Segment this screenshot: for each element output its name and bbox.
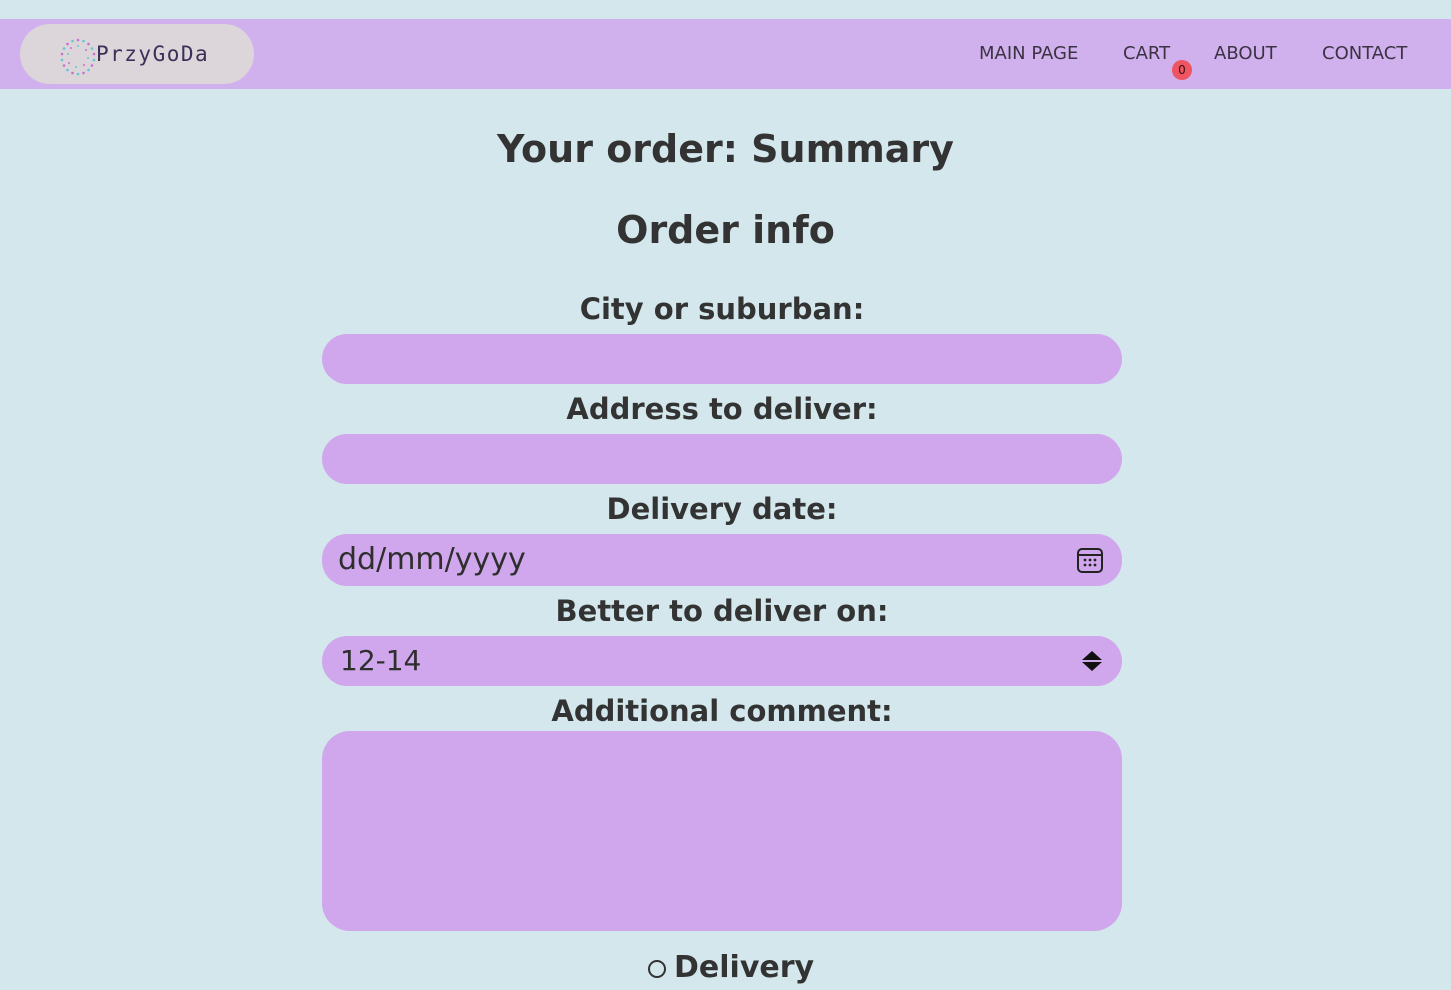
city-label: City or suburban:	[579, 292, 865, 326]
logo-link[interactable]: PrzyGoDa	[20, 24, 254, 84]
delivery-option-label: Delivery	[674, 950, 815, 985]
selected-time: 12-14	[340, 644, 422, 677]
cart-count-badge: 0	[1172, 60, 1192, 80]
calendar-icon[interactable]	[1076, 546, 1104, 574]
delivery-time-select[interactable]: 12-14	[322, 636, 1122, 686]
logo-dots-icon	[60, 38, 96, 76]
navbar: PrzyGoDa MAIN PAGE CART 0 ABOUT CONTACT	[0, 19, 1451, 89]
select-arrows-icon	[1082, 651, 1102, 671]
nav-contact[interactable]: CONTACT	[1322, 43, 1407, 65]
time-label: Better to deliver on:	[555, 594, 889, 628]
delivery-date-input[interactable]: dd/mm/yyyy	[322, 534, 1122, 586]
comment-label: Additional comment:	[551, 694, 893, 728]
address-input[interactable]	[322, 434, 1122, 484]
address-label: Address to deliver:	[566, 392, 878, 426]
city-input[interactable]	[322, 334, 1122, 384]
date-placeholder: dd/mm/yyyy	[338, 542, 526, 577]
radio-icon[interactable]	[648, 960, 666, 978]
brand-name: PrzyGoDa	[96, 42, 210, 66]
page-title: Your order: Summary	[497, 127, 954, 171]
nav-cart[interactable]: CART	[1123, 43, 1170, 65]
section-title: Order info	[616, 208, 835, 252]
comment-textarea[interactable]	[322, 731, 1122, 931]
nav-about[interactable]: ABOUT	[1214, 43, 1277, 65]
date-label: Delivery date:	[606, 492, 838, 526]
nav-main-page[interactable]: MAIN PAGE	[979, 43, 1078, 65]
